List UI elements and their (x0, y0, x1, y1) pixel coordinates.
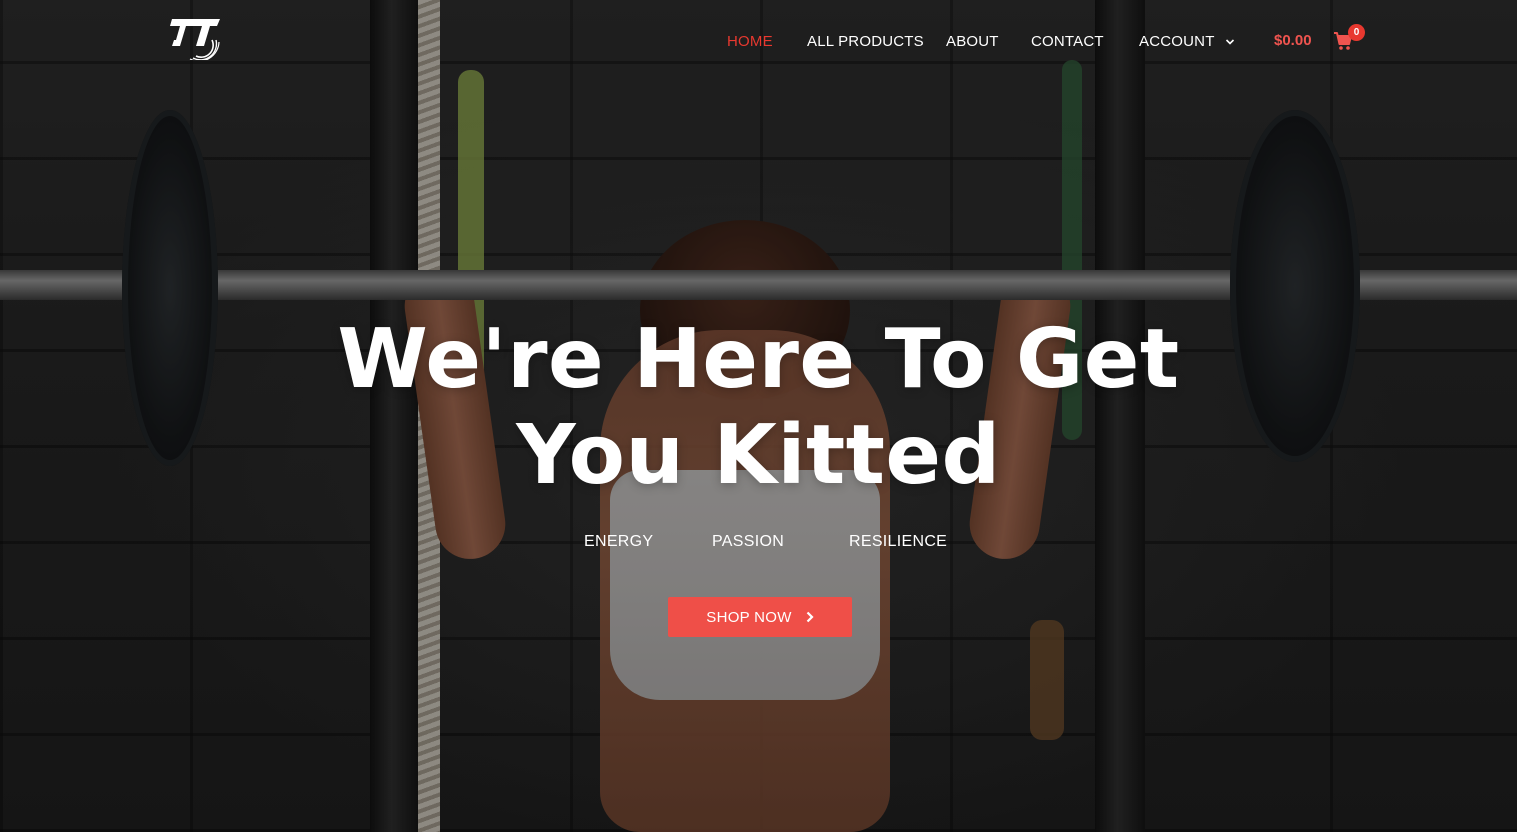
cart-total[interactable]: $0.00 (1274, 30, 1312, 52)
brand-values: ENERGY PASSION RESILIENCE (0, 531, 1517, 555)
cart-count-badge: 0 (1348, 24, 1365, 41)
value-energy: ENERGY (584, 533, 654, 550)
nav-item-home[interactable]: HOME (727, 30, 773, 54)
value-resilience: RESILIENCE (849, 533, 948, 550)
chevron-right-icon (806, 611, 814, 623)
hero-headline-line1: We're Here To Get (337, 312, 1180, 407)
nav-item-all-products[interactable]: ALL PRODUCTS (807, 30, 924, 54)
hero-headline-line2: You Kitted (516, 408, 1001, 503)
shop-now-label: SHOP NOW (706, 608, 792, 626)
value-passion: PASSION (712, 533, 785, 550)
hero-section: HOME ALL PRODUCTS ABOUT CONTACT ACCOUNT … (0, 0, 1517, 832)
nav-item-account[interactable]: ACCOUNT (1139, 30, 1235, 54)
nav-item-about[interactable]: ABOUT (946, 30, 999, 54)
chevron-down-icon (1225, 39, 1234, 45)
nav-item-contact[interactable]: CONTACT (1031, 30, 1104, 54)
nav-item-account-label: ACCOUNT (1139, 33, 1215, 50)
hero-headline: We're Here To Get You Kitted (0, 312, 1517, 504)
shop-now-button[interactable]: SHOP NOW (668, 597, 852, 637)
